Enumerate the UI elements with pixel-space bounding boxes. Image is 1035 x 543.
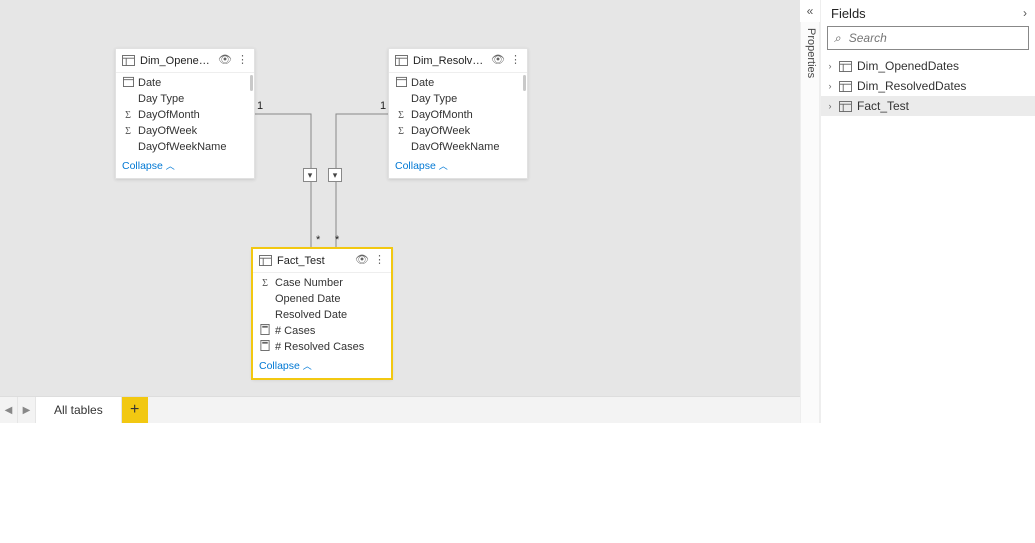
field-name: DayOfMonth xyxy=(138,109,200,121)
fields-list-item[interactable]: › Dim_ResolvedDates xyxy=(821,76,1035,96)
model-canvas[interactable]: ▾ ▾ 1 1 * * Dim_OpenedDates 👁 ⋮ Date Day … xyxy=(0,0,800,396)
table-icon xyxy=(839,81,853,92)
field-type-icon: Σ xyxy=(122,110,134,121)
fields-pane: Fields › ⌕ › Dim_OpenedDates › Dim_Resolved… xyxy=(820,0,1035,423)
table-title: Dim_ResolvedDates xyxy=(413,55,486,67)
more-options-icon[interactable]: ⋮ xyxy=(237,55,248,66)
field-name: DayOfWeek xyxy=(411,125,470,137)
field-row[interactable]: Day Type xyxy=(116,91,254,107)
tab-nav-prev[interactable]: ◀ xyxy=(0,397,18,423)
table-title: Dim_OpenedDates xyxy=(140,55,213,67)
fields-pane-title: Fields xyxy=(831,6,866,21)
table-icon xyxy=(259,255,272,266)
fields-search[interactable]: ⌕ xyxy=(827,26,1029,50)
layout-tab-bar: ◀ ▶ All tables + xyxy=(0,396,800,423)
field-name: DavOfWeekName xyxy=(411,141,499,153)
table-icon xyxy=(839,101,853,112)
table-fields: Σ Case Number Opened Date Resolved Date # Ca… xyxy=(253,273,391,355)
properties-label: Properties xyxy=(805,28,817,78)
expand-pane-icon[interactable]: › xyxy=(1023,6,1027,20)
fields-list-item[interactable]: › Fact_Test xyxy=(821,96,1035,116)
table-icon xyxy=(395,55,408,66)
field-row[interactable]: Date xyxy=(116,75,254,91)
field-type-icon: Σ xyxy=(395,110,407,121)
table-card-dim-resolveddates[interactable]: Dim_ResolvedDates 👁 ⋮ Date Day Type Σ DayOf… xyxy=(388,48,528,179)
field-name: Date xyxy=(411,77,434,89)
fields-table-name: Dim_OpenedDates xyxy=(857,59,959,73)
table-fields: Date Day Type Σ DayOfMonth Σ DayOfWeek DavOfWe… xyxy=(389,73,527,155)
cardinality-many: * xyxy=(335,234,339,246)
field-name: DayOfMonth xyxy=(411,109,473,121)
collapse-button[interactable]: Collapse ︿ xyxy=(389,155,527,178)
relationship-direction-icon: ▾ xyxy=(328,168,342,182)
field-row[interactable]: Σ DayOfWeek xyxy=(389,123,527,139)
collapse-panes-button[interactable]: « xyxy=(800,2,820,20)
chevron-up-icon: ︿ xyxy=(439,161,448,171)
field-type-icon: Σ xyxy=(395,126,407,137)
scrollbar-thumb[interactable] xyxy=(523,75,526,91)
visibility-icon[interactable]: 👁 xyxy=(491,55,505,66)
field-name: Resolved Date xyxy=(275,309,347,321)
visibility-icon[interactable]: 👁 xyxy=(218,55,232,66)
field-row[interactable]: Opened Date xyxy=(253,291,391,307)
field-row[interactable]: Σ DayOfMonth xyxy=(116,107,254,123)
field-row[interactable]: DayOfWeekName xyxy=(116,139,254,155)
field-type-icon: Σ xyxy=(259,278,271,289)
field-type-icon xyxy=(395,76,407,90)
properties-pane-collapsed[interactable]: Properties xyxy=(800,22,820,423)
fields-table-name: Fact_Test xyxy=(857,99,909,113)
table-icon xyxy=(122,55,135,66)
search-input[interactable] xyxy=(847,30,1022,46)
field-name: Opened Date xyxy=(275,293,340,305)
table-icon xyxy=(839,61,853,72)
add-tab-button[interactable]: + xyxy=(122,397,148,423)
field-type-icon xyxy=(122,76,134,90)
fields-table-name: Dim_ResolvedDates xyxy=(857,79,966,93)
field-name: # Resolved Cases xyxy=(275,341,364,353)
tab-all-tables[interactable]: All tables xyxy=(36,397,122,423)
collapse-button[interactable]: Collapse ︿ xyxy=(253,355,391,378)
more-options-icon[interactable]: ⋮ xyxy=(510,55,521,66)
field-name: DayOfWeek xyxy=(138,125,197,137)
cardinality-one: 1 xyxy=(380,100,386,112)
fields-list-item[interactable]: › Dim_OpenedDates xyxy=(821,56,1035,76)
scrollbar-thumb[interactable] xyxy=(250,75,253,91)
table-title: Fact_Test xyxy=(277,255,350,267)
field-row[interactable]: Σ DayOfWeek xyxy=(116,123,254,139)
field-row[interactable]: DavOfWeekName xyxy=(389,139,527,155)
field-row[interactable]: Day Type xyxy=(389,91,527,107)
field-name: Date xyxy=(138,77,161,89)
field-name: Day Type xyxy=(411,93,457,105)
collapse-button[interactable]: Collapse ︿ xyxy=(116,155,254,178)
field-type-icon: Σ xyxy=(122,126,134,137)
table-card-fact-test[interactable]: Fact_Test 👁 ⋮ Σ Case Number Opened Date Res… xyxy=(252,248,392,379)
tab-nav-next[interactable]: ▶ xyxy=(18,397,36,423)
field-name: DayOfWeekName xyxy=(138,141,226,153)
chevron-up-icon: ︿ xyxy=(166,161,175,171)
field-row[interactable]: Resolved Date xyxy=(253,307,391,323)
cardinality-one: 1 xyxy=(257,100,263,112)
field-name: Case Number xyxy=(275,277,343,289)
field-row[interactable]: # Resolved Cases xyxy=(253,339,391,355)
cardinality-many: * xyxy=(316,234,320,246)
chevron-right-icon: › xyxy=(825,101,835,111)
field-row[interactable]: Σ Case Number xyxy=(253,275,391,291)
field-name: Day Type xyxy=(138,93,184,105)
chevron-right-icon: › xyxy=(825,61,835,71)
field-type-icon xyxy=(259,340,271,354)
more-options-icon[interactable]: ⋮ xyxy=(374,255,385,266)
visibility-icon[interactable]: 👁 xyxy=(355,255,369,266)
table-card-dim-openeddates[interactable]: Dim_OpenedDates 👁 ⋮ Date Day Type Σ DayOfMo… xyxy=(115,48,255,179)
table-fields: Date Day Type Σ DayOfMonth Σ DayOfWeek DayOfWe… xyxy=(116,73,254,155)
relationship-direction-icon: ▾ xyxy=(303,168,317,182)
field-type-icon xyxy=(259,324,271,338)
chevron-right-icon: › xyxy=(825,81,835,91)
field-name: # Cases xyxy=(275,325,315,337)
chevron-up-icon: ︿ xyxy=(303,361,312,371)
field-row[interactable]: # Cases xyxy=(253,323,391,339)
fields-table-list: › Dim_OpenedDates › Dim_ResolvedDates › Fact_… xyxy=(821,56,1035,116)
search-icon: ⌕ xyxy=(834,31,841,46)
field-row[interactable]: Date xyxy=(389,75,527,91)
field-row[interactable]: Σ DayOfMonth xyxy=(389,107,527,123)
